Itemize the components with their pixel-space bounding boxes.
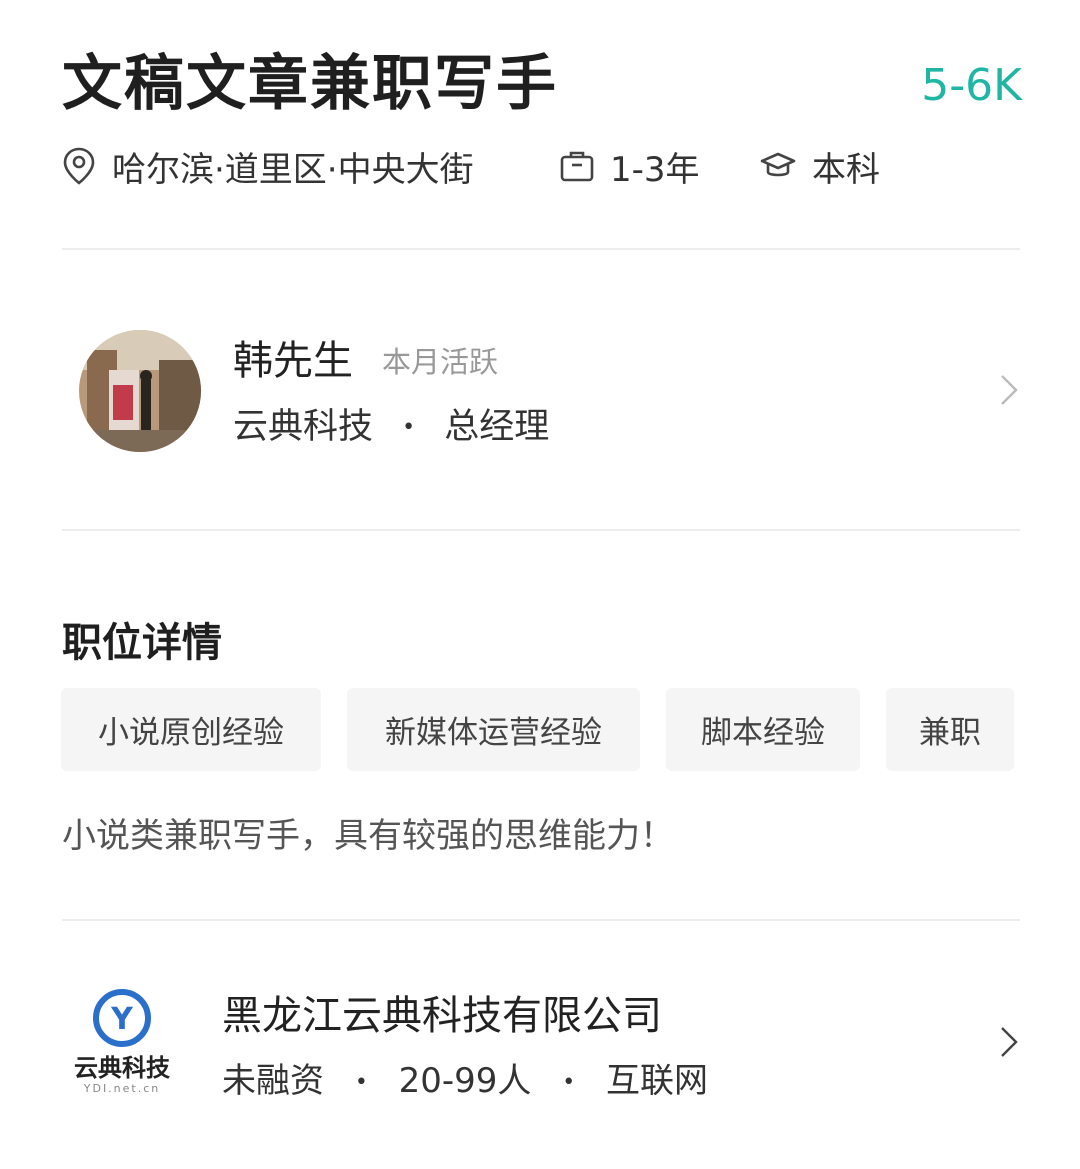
recruiter-position: 总经理 — [444, 407, 550, 447]
job-title: 文稿文章兼职写手 — [62, 49, 558, 119]
logo-subtext: YDI.net.cn — [83, 1082, 161, 1095]
recruiter-status: 本月活跃 — [382, 345, 499, 379]
tag: 新媒体运营经验 — [347, 688, 640, 771]
graduation-cap-icon — [760, 152, 796, 177]
separator: • — [562, 1069, 576, 1095]
logo-text: 云典科技 — [74, 1054, 171, 1082]
education-text: 本科 — [812, 149, 880, 190]
separator: • — [354, 1069, 368, 1095]
recruiter-company: 云典科技 — [233, 407, 374, 447]
job-location: 哈尔滨·道里区·中央大街 — [62, 142, 474, 190]
location-pin-icon — [63, 147, 95, 185]
logo-mark: Y — [110, 1002, 134, 1037]
tag: 脚本经验 — [666, 688, 860, 771]
company-industry: 互联网 — [606, 1061, 709, 1101]
avatar[interactable] — [79, 330, 201, 452]
experience-text: 1-3年 — [610, 149, 700, 190]
company-logo[interactable]: Y 云典科技 YDI.net.cn — [60, 988, 184, 1098]
divider — [62, 529, 1020, 531]
recruiter-name: 韩先生 — [233, 338, 353, 384]
company-info: 未融资 • 20-99人 • 互联网 — [222, 1058, 708, 1106]
tag: 兼职 — [886, 688, 1014, 771]
divider — [62, 248, 1020, 250]
chevron-right-icon[interactable] — [1000, 1026, 1018, 1058]
salary-range: 5-6K — [921, 60, 1022, 111]
chevron-right-icon[interactable] — [1000, 374, 1018, 406]
separator: • — [402, 415, 416, 440]
recruiter-card[interactable] — [62, 300, 1020, 480]
company-funding: 未融资 — [222, 1061, 324, 1101]
job-education: 本科 — [760, 142, 880, 190]
job-description: 小说类兼职写手，具有较强的思维能力！ — [62, 816, 674, 856]
divider — [62, 919, 1020, 921]
section-title: 职位详情 — [62, 620, 222, 666]
job-experience: 1-3年 — [560, 142, 700, 190]
briefcase-icon — [560, 151, 594, 182]
company-name: 黑龙江云典科技有限公司 — [222, 993, 662, 1039]
tag: 小说原创经验 — [61, 688, 321, 771]
recruiter-role: 云典科技 • 总经理 — [233, 404, 549, 451]
company-size: 20-99人 — [398, 1061, 532, 1101]
location-text: 哈尔滨·道里区·中央大街 — [112, 149, 474, 190]
